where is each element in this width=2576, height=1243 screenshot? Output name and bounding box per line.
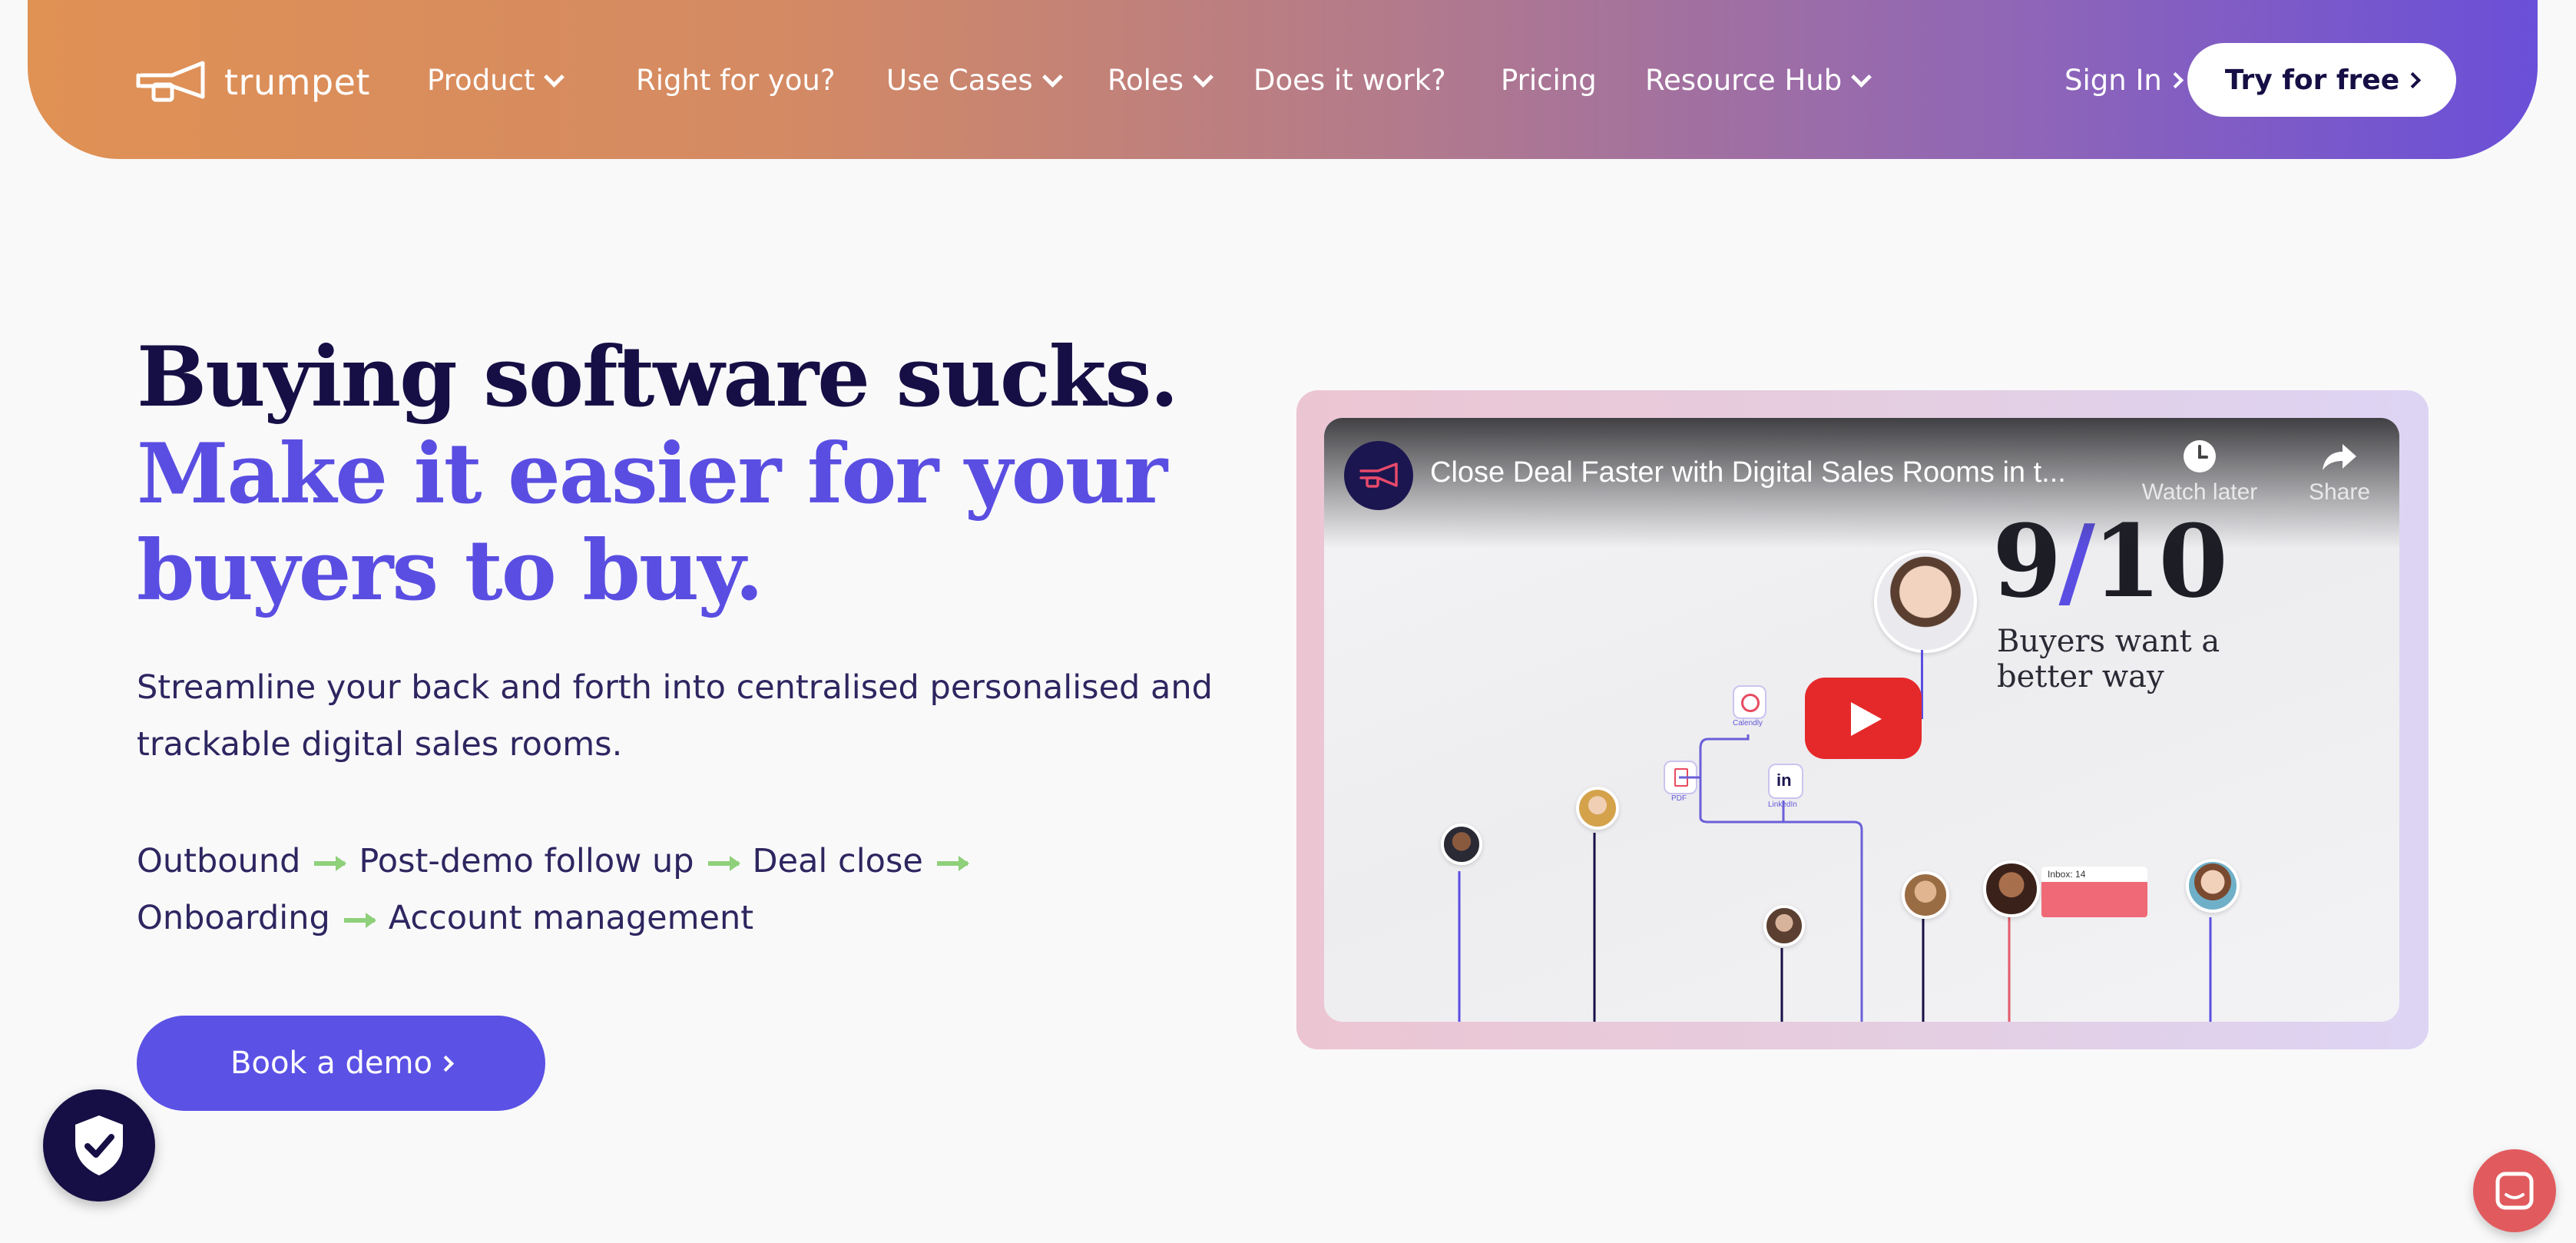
nav-item-does-it-work[interactable]: Does it work? [1253, 58, 1446, 101]
journey-steps: Outbound Post-demo follow up Deal close On… [137, 833, 1212, 946]
chat-launcher-button[interactable] [2473, 1149, 2556, 1232]
video-title[interactable]: Close Deal Faster with Digital Sales Roo… [1430, 456, 2066, 489]
nav-item-roles[interactable]: Roles [1108, 58, 1214, 101]
youtube-video-embed[interactable]: 9/10 Buyers want a better way Calendly P… [1324, 418, 2399, 1022]
nav-item-label: Roles [1108, 63, 1184, 97]
step-account-management: Account management [388, 899, 754, 937]
top-navigation-bar: trumpet Product Right for you? Use Cases… [28, 0, 2538, 159]
inbox-label: Inbox: 14 [2041, 867, 2147, 882]
step-onboarding: Onboarding [137, 899, 330, 937]
privacy-consent-button[interactable] [43, 1089, 155, 1202]
chevron-down-icon [1041, 66, 1063, 88]
chevron-down-icon [1193, 66, 1214, 88]
share-label: Share [2308, 479, 2371, 505]
sign-in-link[interactable]: Sign In [2064, 58, 2184, 101]
share-button[interactable]: Share [2293, 438, 2386, 505]
sign-in-label: Sign In [2064, 63, 2162, 97]
watch-later-button[interactable]: Watch later [2131, 438, 2269, 505]
buyer-avatar [1983, 860, 2040, 917]
nav-item-label: Pricing [1501, 63, 1597, 97]
chevron-right-icon [2405, 71, 2422, 88]
step-deal-close: Deal close [752, 842, 923, 880]
nav-item-use-cases[interactable]: Use Cases [886, 58, 1063, 101]
play-icon[interactable] [1805, 678, 1922, 759]
nav-item-pricing[interactable]: Pricing [1501, 58, 1597, 101]
buyer-avatar [1902, 871, 1949, 919]
hero-headline: Buying software sucks. Make it easier fo… [137, 329, 1227, 619]
hero-headline-line2: Make it easier for your buyers to buy. [137, 426, 1167, 619]
arrow-right-icon [936, 855, 969, 871]
try-for-free-label: Try for free [2224, 64, 2400, 96]
buyer-avatar [2186, 859, 2240, 913]
buyer-avatar [1763, 905, 1805, 946]
step-outbound: Outbound [137, 842, 301, 880]
buyer-avatar [1576, 787, 1619, 830]
nav-item-label: Use Cases [886, 63, 1033, 97]
nav-item-product[interactable]: Product [427, 58, 565, 101]
buyer-avatar [1441, 824, 1482, 865]
nav-item-label: Product [427, 63, 535, 97]
chevron-right-icon [2167, 71, 2184, 88]
chevron-down-icon [1851, 66, 1872, 88]
shield-check-icon [75, 1115, 123, 1175]
inbox-notification-card: Inbox: 14 [2041, 867, 2147, 917]
arrow-right-icon [343, 912, 376, 928]
arrow-right-icon [314, 855, 347, 871]
trumpet-logo-icon [136, 61, 205, 102]
book-demo-label: Book a demo [230, 1046, 432, 1081]
step-post-demo: Post-demo follow up [359, 842, 694, 880]
book-demo-button[interactable]: Book a demo [137, 1016, 545, 1111]
chat-icon [2495, 1172, 2534, 1210]
nav-item-label: Does it work? [1253, 63, 1446, 97]
hero-headline-line1: Buying software sucks. [137, 329, 1179, 426]
channel-avatar[interactable] [1344, 441, 1413, 510]
arrow-right-icon [707, 855, 740, 871]
chevron-down-icon [544, 66, 565, 88]
share-icon [2323, 444, 2356, 470]
nav-item-label: Right for you? [636, 63, 836, 97]
nav-item-right-for-you[interactable]: Right for you? [636, 58, 835, 101]
video-card: 9/10 Buyers want a better way Calendly P… [1296, 390, 2429, 1049]
chevron-right-icon [437, 1055, 455, 1072]
trumpet-logo-icon [1359, 462, 1398, 488]
brand-logo[interactable]: trumpet [135, 55, 370, 109]
watch-later-label: Watch later [2141, 479, 2258, 505]
nav-item-label: Resource Hub [1645, 63, 1843, 97]
hero-subtext: Streamline your back and forth into cent… [137, 668, 1213, 764]
try-for-free-button[interactable]: Try for free [2187, 43, 2456, 117]
brand-name: trumpet [224, 61, 370, 103]
clock-icon [2184, 440, 2216, 472]
nav-item-resource-hub[interactable]: Resource Hub [1645, 58, 1872, 101]
